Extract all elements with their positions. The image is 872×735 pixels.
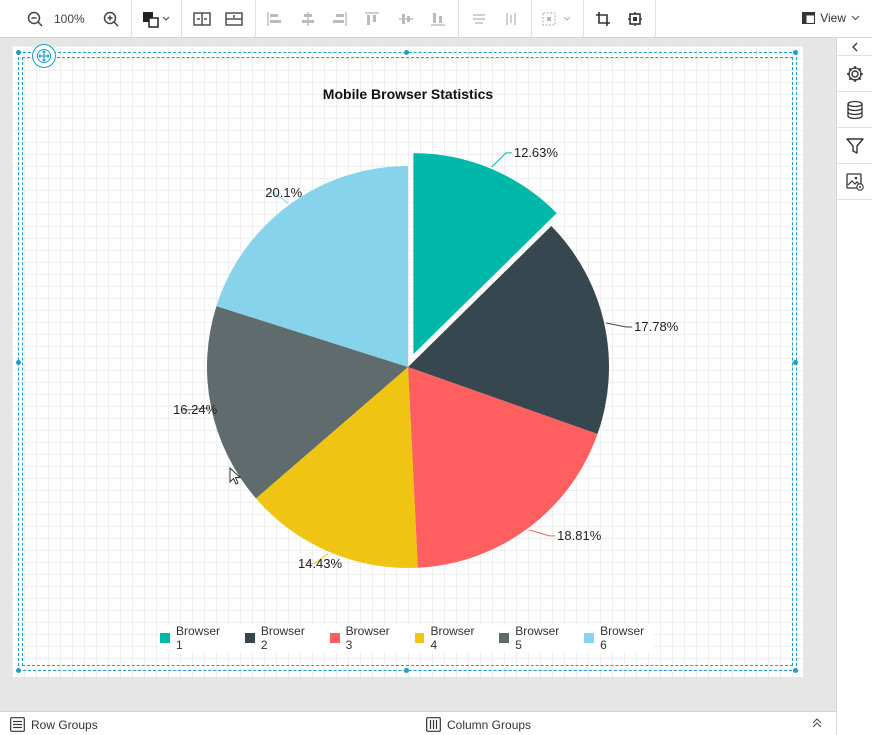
data-label: 16.24% xyxy=(173,401,218,417)
image-settings-button[interactable] xyxy=(837,164,872,200)
chart-legend: Browser 1 Browser 2 Browser 3 Browser 4 Brow… xyxy=(160,624,654,652)
legend-swatch xyxy=(329,633,340,643)
properties-panel xyxy=(836,38,872,735)
legend-label: Browser 6 xyxy=(600,624,645,652)
legend-item[interactable]: Browser 5 xyxy=(499,624,569,652)
column-groups-icon xyxy=(426,717,441,732)
legend-item[interactable]: Browser 6 xyxy=(584,624,654,652)
legend-item[interactable]: Browser 2 xyxy=(244,624,315,652)
grouping-bar: Row Groups Column Groups xyxy=(0,711,836,735)
gear-icon xyxy=(846,65,863,82)
filter-button[interactable] xyxy=(837,128,872,164)
image-settings-icon xyxy=(845,172,864,191)
double-chevron-up-icon xyxy=(812,718,822,728)
data-label: 18.81% xyxy=(557,527,602,543)
legend-swatch xyxy=(244,633,255,643)
legend-label: Browser 3 xyxy=(345,624,390,652)
data-label: 17.78% xyxy=(634,318,679,334)
row-groups-icon xyxy=(10,717,25,732)
legend-label: Browser 4 xyxy=(430,624,475,652)
column-groups-label: Column Groups xyxy=(447,717,532,732)
data-label: 12.63% xyxy=(513,144,558,160)
legend-swatch xyxy=(414,633,425,643)
legend-swatch xyxy=(499,633,510,643)
legend-item[interactable]: Browser 3 xyxy=(329,624,400,652)
label-connector xyxy=(529,529,556,537)
label-connector xyxy=(491,152,512,168)
data-label: 20.1% xyxy=(265,185,303,201)
mouse-cursor-icon xyxy=(229,467,242,485)
pie-chart[interactable] xyxy=(0,0,836,711)
legend-item[interactable]: Browser 1 xyxy=(160,624,230,652)
chevron-down-icon xyxy=(851,15,860,21)
filter-icon xyxy=(845,137,864,154)
properties-button[interactable] xyxy=(837,56,872,92)
legend-swatch xyxy=(160,633,170,643)
expand-groups-button[interactable] xyxy=(812,717,822,729)
data-button[interactable] xyxy=(837,92,872,128)
chevron-left-icon xyxy=(851,42,857,51)
legend-label: Browser 1 xyxy=(175,624,220,652)
row-groups-button[interactable]: Row Groups xyxy=(10,717,98,732)
legend-label: Browser 5 xyxy=(515,624,560,652)
row-groups-label: Row Groups xyxy=(31,717,98,732)
legend-item[interactable]: Browser 4 xyxy=(414,624,485,652)
collapse-panel-button[interactable] xyxy=(837,38,872,56)
legend-swatch xyxy=(584,633,595,643)
data-label: 14.43% xyxy=(297,555,343,571)
legend-label: Browser 2 xyxy=(260,624,305,652)
column-groups-button[interactable]: Column Groups xyxy=(426,717,531,732)
database-icon xyxy=(846,100,863,119)
label-connector xyxy=(606,322,633,328)
